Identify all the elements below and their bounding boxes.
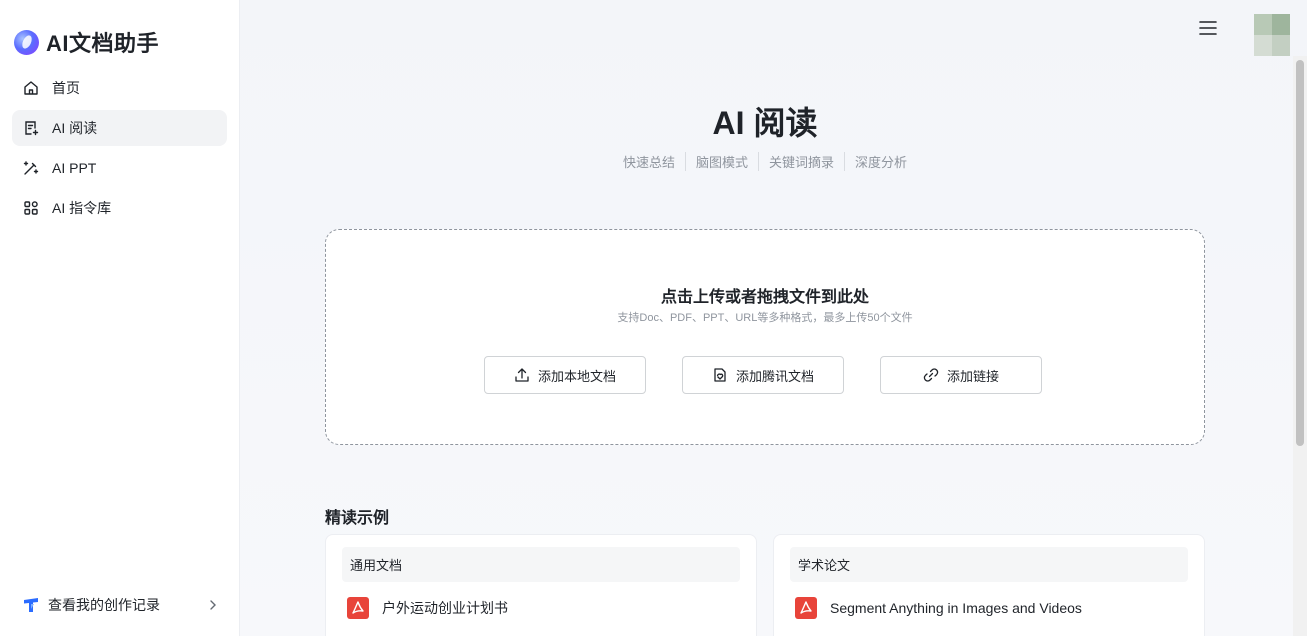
button-label: 添加腾讯文档 — [735, 368, 814, 384]
creation-history-icon — [24, 598, 38, 612]
app-logo[interactable]: AI文档助手 — [14, 26, 159, 58]
examples-section-title: 精读示例 — [325, 510, 390, 527]
feature-tag: 关键词摘录 — [758, 152, 844, 171]
upload-dropzone[interactable]: 点击上传或者拖拽文件到此处 支持Doc、PDF、PPT、URL等多种格式，最多上… — [325, 229, 1205, 445]
home-icon — [22, 79, 40, 97]
sidebar-item-home[interactable]: 首页 — [12, 70, 227, 106]
tencent-docs-icon — [714, 368, 726, 382]
add-local-document-button[interactable]: 添加本地文档 — [484, 356, 646, 394]
example-file-link[interactable]: Segment Anything in Images and Videos — [794, 596, 1082, 620]
example-card-general: 通用文档 户外运动创业计划书 — [325, 534, 757, 636]
sidebar: AI文档助手 首页 AI 阅读 AI PPT AI 指令库 查看我的创作记录 — [0, 0, 240, 636]
page-title: AI 阅读 — [712, 105, 818, 141]
feature-tags: 快速总结 脑图模式 关键词摘录 深度分析 — [240, 152, 1290, 171]
creation-history-link[interactable]: 查看我的创作记录 — [22, 594, 222, 616]
button-label: 添加本地文档 — [537, 368, 616, 384]
sidebar-item-label: AI PPT — [52, 160, 97, 176]
hamburger-menu-icon — [1199, 21, 1217, 35]
example-card-academic: 学术论文 Segment Anything in Images and Vide… — [773, 534, 1205, 636]
add-link-button[interactable]: 添加链接 — [880, 356, 1042, 394]
scrollbar-thumb[interactable] — [1296, 60, 1304, 446]
sidebar-item-label: AI 指令库 — [52, 200, 112, 216]
sidebar-item-label: 首页 — [52, 80, 80, 96]
user-avatar[interactable] — [1254, 14, 1290, 56]
example-file-name: 户外运动创业计划书 — [382, 600, 508, 616]
sidebar-item-ai-ppt[interactable]: AI PPT — [12, 150, 227, 186]
feature-tag: 脑图模式 — [684, 152, 758, 171]
upload-icon — [515, 368, 529, 382]
creation-history-label: 查看我的创作记录 — [48, 597, 160, 613]
upload-subtitle: 支持Doc、PDF、PPT、URL等多种格式，最多上传50个文件 — [617, 312, 913, 324]
magic-wand-icon — [22, 159, 40, 177]
vertical-scrollbar[interactable] — [1293, 56, 1307, 636]
grid-apps-icon — [22, 199, 40, 217]
feature-tag: 快速总结 — [622, 155, 675, 170]
example-file-link[interactable]: 户外运动创业计划书 — [346, 596, 508, 620]
logo-text: AI文档助手 — [46, 31, 160, 56]
logo-icon — [14, 29, 39, 55]
example-file-name: Segment Anything in Images and Videos — [830, 600, 1082, 616]
button-label: 添加链接 — [946, 368, 999, 384]
sidebar-item-ai-reading[interactable]: AI 阅读 — [12, 110, 227, 146]
sidebar-item-ai-prompts[interactable]: AI 指令库 — [12, 190, 227, 226]
pdf-icon — [347, 597, 369, 619]
feature-tag: 深度分析 — [844, 152, 917, 171]
add-tencent-document-button[interactable]: 添加腾讯文档 — [682, 356, 844, 394]
sidebar-nav: 首页 AI 阅读 AI PPT AI 指令库 — [12, 70, 227, 230]
menu-button[interactable] — [1198, 18, 1218, 38]
chevron-right-icon — [210, 600, 216, 610]
card-header: 通用文档 — [342, 547, 740, 582]
link-icon — [923, 368, 939, 382]
document-read-icon — [22, 119, 40, 137]
sidebar-item-label: AI 阅读 — [52, 120, 98, 136]
main-content: AI 阅读 快速总结 脑图模式 关键词摘录 深度分析 点击上传或者拖拽文件到此处 支持… — [240, 0, 1307, 636]
pdf-icon — [795, 597, 817, 619]
card-header: 学术论文 — [790, 547, 1188, 582]
upload-title: 点击上传或者拖拽文件到此处 — [660, 289, 869, 306]
